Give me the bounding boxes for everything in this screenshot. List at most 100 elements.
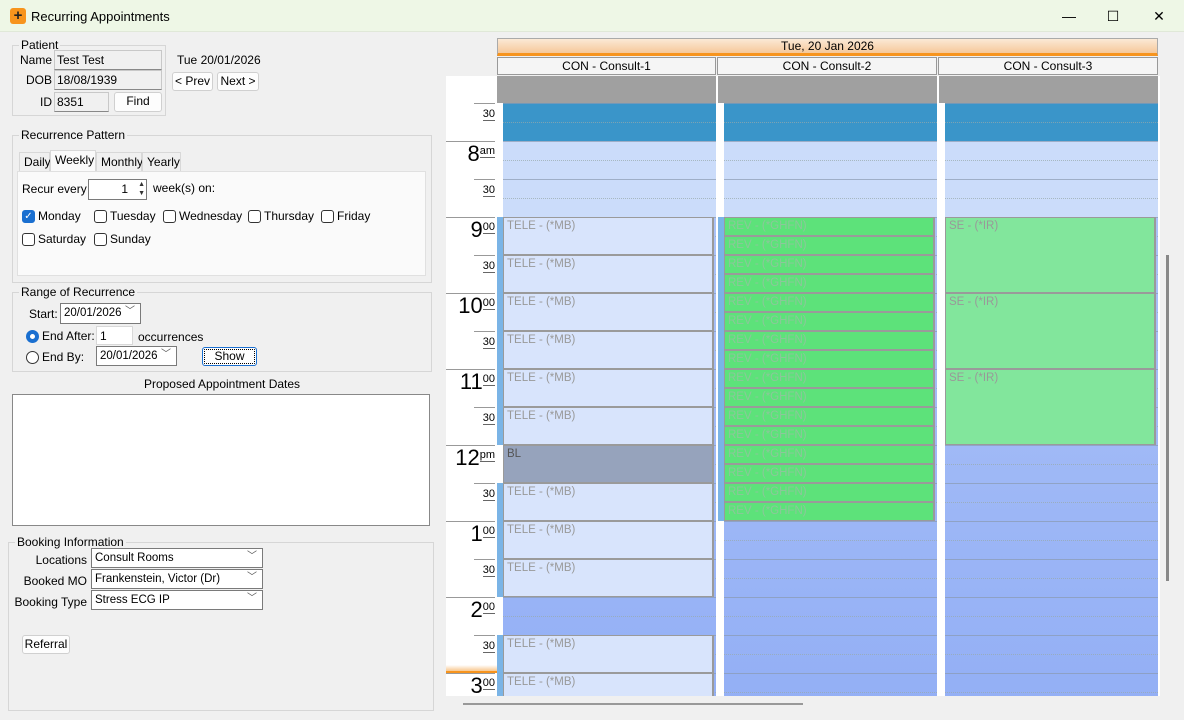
name-field[interactable]: Test Test xyxy=(54,50,162,70)
appointment-se[interactable]: SE - (*IR) xyxy=(945,217,1156,293)
end-by-radio[interactable]: End By: xyxy=(26,350,84,364)
column-header-consult-2[interactable]: CON - Consult-2 xyxy=(717,57,937,75)
appointment-rev[interactable]: REV - (*GHFN) xyxy=(724,255,935,274)
checkbox-empty-icon xyxy=(248,209,261,223)
tab-monthly[interactable]: Monthly xyxy=(96,152,143,171)
show-button[interactable]: Show xyxy=(202,347,257,366)
unavailable-band xyxy=(718,76,937,103)
appointment-tele[interactable]: TELE - (*MB) xyxy=(503,331,714,369)
start-date-picker[interactable]: 20/01/2026 ﹀ xyxy=(60,303,141,324)
tab-weekly[interactable]: Weekly xyxy=(50,150,96,171)
appointment-tele[interactable]: TELE - (*MB) xyxy=(503,635,714,673)
appointment-rev[interactable]: REV - (*GHFN) xyxy=(724,217,935,236)
appointment-tele[interactable]: TELE - (*MB) xyxy=(503,293,714,331)
next-button[interactable]: Next > xyxy=(217,72,259,91)
time-label: 30 xyxy=(474,331,495,369)
column-header-consult-1[interactable]: CON - Consult-1 xyxy=(497,57,716,75)
appointment-label: TELE - (*MB) xyxy=(507,220,576,232)
time-label: 100 xyxy=(446,521,495,559)
start-date-value: 20/01/2026 xyxy=(64,307,122,319)
appointment-block[interactable]: BL xyxy=(503,445,714,483)
checkbox-monday[interactable]: ✓ Monday xyxy=(22,209,81,223)
checkbox-wednesday[interactable]: Wednesday xyxy=(163,209,242,223)
slot-line xyxy=(945,616,1158,617)
recur-suffix: week(s) on: xyxy=(153,181,216,195)
locations-select[interactable]: Consult Rooms ﹀ xyxy=(91,548,263,568)
appointment-tele[interactable]: TELE - (*MB) xyxy=(503,407,714,445)
appointment-rev[interactable]: REV - (*GHFN) xyxy=(724,426,935,445)
minimize-button[interactable]: — xyxy=(1046,0,1092,32)
checkbox-saturday[interactable]: Saturday xyxy=(22,232,86,246)
appointment-rev[interactable]: REV - (*GHFN) xyxy=(724,388,935,407)
appointment-tele[interactable]: TELE - (*MB) xyxy=(503,369,714,407)
checkbox-friday[interactable]: Friday xyxy=(321,209,370,223)
appointment-rev[interactable]: REV - (*GHFN) xyxy=(724,502,935,521)
appointment-rev[interactable]: REV - (*GHFN) xyxy=(724,369,935,388)
end-after-radio[interactable]: End After: xyxy=(26,329,95,343)
checkbox-tuesday[interactable]: Tuesday xyxy=(94,209,156,223)
close-button[interactable]: ✕ xyxy=(1136,0,1182,32)
minute: 30 xyxy=(482,488,495,501)
time-label: 300 xyxy=(446,673,495,696)
booking-type-select[interactable]: Stress ECG IP ﹀ xyxy=(91,590,263,610)
appointment-tele[interactable]: TELE - (*MB) xyxy=(503,255,714,293)
proposed-dates-title: Proposed Appointment Dates xyxy=(143,377,301,391)
find-button[interactable]: Find xyxy=(114,92,162,112)
tab-daily[interactable]: Daily xyxy=(19,152,51,171)
window-title: Recurring Appointments xyxy=(31,9,170,24)
dob-label: DOB xyxy=(25,73,52,87)
proposed-dates-list[interactable] xyxy=(12,394,430,526)
minute: 00 xyxy=(482,373,495,386)
spin-arrows-icon[interactable]: ▲ ▼ xyxy=(138,180,145,198)
recur-every-label: Recur every xyxy=(22,182,87,196)
appointment-label: REV - (*GHFN) xyxy=(728,296,807,308)
hour: 1 xyxy=(470,521,483,546)
appointment-se[interactable]: SE - (*IR) xyxy=(945,293,1156,369)
appointment-tele[interactable]: TELE - (*MB) xyxy=(503,673,714,696)
appointment-rev[interactable]: REV - (*GHFN) xyxy=(724,464,935,483)
appointment-rev[interactable]: REV - (*GHFN) xyxy=(724,331,935,350)
booked-mo-label: Booked MO xyxy=(23,574,87,588)
appointment-rev[interactable]: REV - (*GHFN) xyxy=(724,445,935,464)
slot-line xyxy=(724,654,937,655)
time-label: 30 xyxy=(474,559,495,597)
slot-line xyxy=(945,692,1158,693)
calendar-grid[interactable]: 30 8am 30 900 30 1000 30 1100 30 12pm 30 100 30 200 30… xyxy=(446,76,1160,696)
slot-line xyxy=(945,673,1158,674)
end-by-date-picker[interactable]: 20/01/2026 ﹀ xyxy=(96,346,177,366)
appointment-tele[interactable]: TELE - (*MB) xyxy=(503,559,714,597)
appointment-rev[interactable]: REV - (*GHFN) xyxy=(724,350,935,369)
id-field[interactable]: 8351 xyxy=(54,92,109,112)
column-header-consult-3[interactable]: CON - Consult-3 xyxy=(938,57,1158,75)
prev-button[interactable]: < Prev xyxy=(172,72,213,91)
tab-yearly[interactable]: Yearly xyxy=(142,152,181,171)
end-after-input[interactable]: 1 xyxy=(96,326,133,345)
appointment-rev[interactable]: REV - (*GHFN) xyxy=(724,407,935,426)
vertical-scrollbar[interactable] xyxy=(1166,255,1169,581)
appointment-rev[interactable]: REV - (*GHFN) xyxy=(724,312,935,331)
appointment-tele[interactable]: TELE - (*MB) xyxy=(503,483,714,521)
recur-every-stepper[interactable]: 1 ▲ ▼ xyxy=(88,179,147,200)
booked-mo-select[interactable]: Frankenstein, Victor (Dr) ﹀ xyxy=(91,569,263,589)
chevron-down-icon: ﹀ xyxy=(247,593,257,604)
slot-line xyxy=(724,521,937,522)
appointment-rev[interactable]: REV - (*GHFN) xyxy=(724,274,935,293)
referral-button[interactable]: Referral xyxy=(22,635,70,654)
maximize-button[interactable]: ☐ xyxy=(1090,0,1136,32)
time-label: 200 xyxy=(446,597,495,635)
horizontal-scrollbar[interactable] xyxy=(463,703,803,705)
radio-empty-icon xyxy=(26,350,39,364)
chevron-down-icon: ﹀ xyxy=(125,306,135,317)
appointment-tele[interactable]: TELE - (*MB) xyxy=(503,217,714,255)
appointment-se[interactable]: SE - (*IR) xyxy=(945,369,1156,445)
dob-field[interactable]: 18/08/1939 xyxy=(54,70,162,90)
appointment-label: TELE - (*MB) xyxy=(507,638,576,650)
appointment-tele[interactable]: TELE - (*MB) xyxy=(503,521,714,559)
checkbox-thursday[interactable]: Thursday xyxy=(248,209,314,223)
chevron-down-icon: ﹀ xyxy=(161,349,171,360)
appointment-rev[interactable]: REV - (*GHFN) xyxy=(724,483,935,502)
appointment-label: REV - (*GHFN) xyxy=(728,372,807,384)
appointment-rev[interactable]: REV - (*GHFN) xyxy=(724,293,935,312)
appointment-rev[interactable]: REV - (*GHFN) xyxy=(724,236,935,255)
checkbox-sunday[interactable]: Sunday xyxy=(94,232,151,246)
